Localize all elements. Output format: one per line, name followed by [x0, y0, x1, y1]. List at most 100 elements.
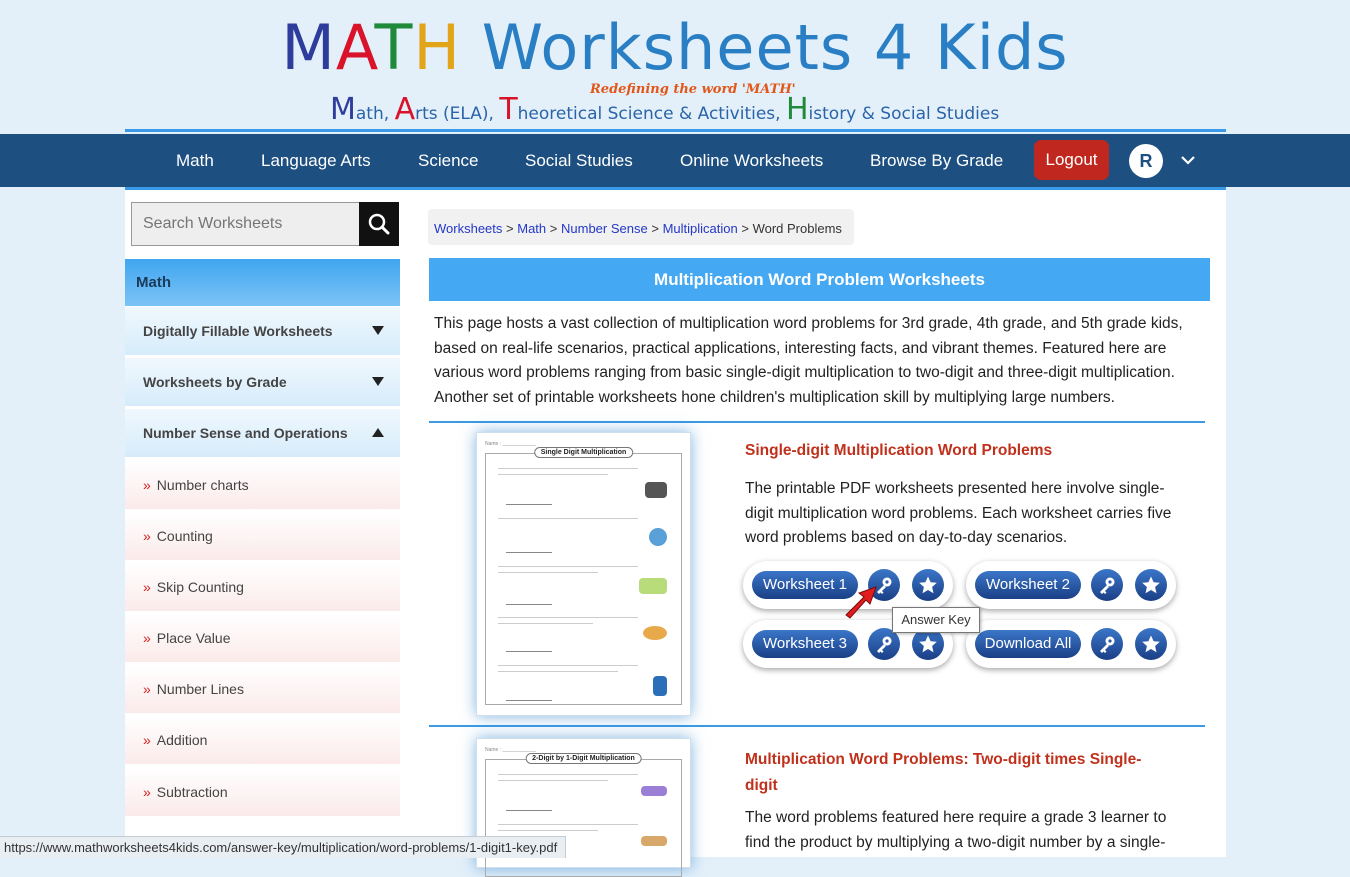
answer-key-button[interactable]: [1091, 628, 1123, 660]
tooltip: Answer Key: [892, 607, 980, 633]
breadcrumb-worksheets[interactable]: Worksheets: [434, 221, 502, 236]
star-icon: [1142, 576, 1160, 594]
answer-key-button[interactable]: [1091, 569, 1123, 601]
thumb-picture: [653, 676, 667, 696]
thumb-question-line: [498, 468, 638, 469]
breadcrumb-number-sense[interactable]: Number Sense: [561, 221, 648, 236]
sidebar-cat-label: Worksheets by Grade: [143, 374, 287, 390]
sidebar-item-place-value[interactable]: » Place Value: [125, 614, 400, 662]
thumb-picture: [641, 836, 667, 846]
caret-down-icon: [372, 377, 384, 386]
subtitle-h-rest: istory & Social Studies: [808, 104, 1000, 124]
sidebar-item-label: Counting: [156, 528, 213, 544]
thumb-name-line: Name : ____________: [485, 441, 536, 447]
sidebar-cat-digitally-fillable[interactable]: Digitally Fillable Worksheets: [125, 307, 400, 355]
favorite-button[interactable]: [1135, 569, 1167, 601]
subtitle-h: H: [785, 92, 809, 127]
sidebar-item-addition[interactable]: » Addition: [125, 716, 400, 764]
raquo-icon: »: [143, 528, 151, 544]
logo-letter-m: M: [281, 11, 336, 84]
section-divider: [429, 725, 1205, 727]
pointer-arrow-icon: [845, 586, 877, 619]
nav-language-arts[interactable]: Language Arts: [261, 134, 371, 187]
worksheet-2-group: Worksheet 2: [966, 561, 1176, 609]
site-logo[interactable]: MATH Worksheets 4 Kids: [0, 8, 1350, 88]
thumb-question-line: [498, 518, 638, 519]
chevron-down-icon[interactable]: [1180, 152, 1196, 168]
nav-browse-by-grade[interactable]: Browse By Grade: [870, 134, 1003, 187]
key-icon: [1100, 577, 1115, 594]
raquo-icon: »: [143, 477, 151, 493]
sidebar-item-number-lines[interactable]: » Number Lines: [125, 665, 400, 713]
subtitle-m-rest: ath,: [355, 104, 390, 124]
thumb-picture: [645, 482, 667, 498]
thumb-answer-line: [506, 700, 552, 701]
logout-button[interactable]: Logout: [1034, 140, 1109, 180]
page-title: Multiplication Word Problem Worksheets: [429, 258, 1210, 301]
site-header: MATH Worksheets 4 Kids Redefining the wo…: [0, 0, 1350, 133]
thumb-question-line: [498, 824, 638, 825]
raquo-icon: »: [143, 630, 151, 646]
thumb-answer-line: [506, 651, 552, 652]
worksheet-thumbnail[interactable]: Name : ____________ Single Digit Multipl…: [476, 432, 691, 716]
thumb-title: 2-Digit by 1-Digit Multiplication: [525, 753, 642, 764]
avatar[interactable]: R: [1129, 144, 1163, 178]
sidebar-header-math[interactable]: Math: [125, 259, 400, 306]
breadcrumb-sep: >: [506, 221, 514, 236]
key-icon: [1100, 636, 1115, 653]
subtitle-a: A: [394, 92, 416, 127]
thumb-picture: [639, 578, 667, 594]
section-title[interactable]: Multiplication Word Problems: Two-digit …: [745, 747, 1165, 799]
raquo-icon: »: [143, 732, 151, 748]
nav-math[interactable]: Math: [176, 134, 214, 187]
download-all-button[interactable]: Download All: [975, 630, 1081, 658]
logo-word-worksheets: Worksheets 4 Kids: [481, 11, 1069, 84]
thumb-answer-line: [506, 504, 552, 505]
section-divider: [429, 421, 1205, 423]
logo-subtitle: Math, Arts (ELA), Theoretical Science & …: [330, 92, 999, 127]
sidebar-cat-number-sense[interactable]: Number Sense and Operations: [125, 409, 400, 457]
sidebar-cat-label: Number Sense and Operations: [143, 425, 348, 441]
thumb-question-line: [498, 780, 608, 781]
sidebar-item-label: Skip Counting: [156, 579, 244, 595]
star-icon: [919, 576, 937, 594]
breadcrumb-current: Word Problems: [752, 221, 842, 236]
sidebar-item-skip-counting[interactable]: » Skip Counting: [125, 563, 400, 611]
subtitle-t: T: [499, 92, 518, 127]
download-all-group: Download All: [966, 620, 1176, 668]
nav-social-studies[interactable]: Social Studies: [525, 134, 633, 187]
favorite-button[interactable]: [912, 569, 944, 601]
favorite-button[interactable]: [1135, 628, 1167, 660]
thumb-question-line: [498, 566, 638, 567]
thumb-question-line: [498, 572, 598, 573]
star-icon: [919, 635, 937, 653]
thumb-question-line: [498, 665, 638, 666]
breadcrumb-sep: >: [651, 221, 659, 236]
search-input[interactable]: [132, 203, 359, 245]
thumb-question-line: [498, 671, 618, 672]
breadcrumb-sep: >: [549, 221, 558, 236]
section-text: The word problems featured here require …: [745, 809, 1167, 851]
search-button[interactable]: [359, 202, 399, 246]
sidebar-item-label: Place Value: [156, 630, 231, 646]
nav-online-worksheets[interactable]: Online Worksheets: [680, 134, 823, 187]
sidebar-item-subtraction[interactable]: » Subtraction: [125, 768, 400, 816]
worksheet-2-button[interactable]: Worksheet 2: [975, 571, 1081, 599]
breadcrumb-math[interactable]: Math: [517, 221, 546, 236]
search-icon: [368, 213, 390, 235]
header-divider: [125, 129, 1226, 132]
section-title[interactable]: Single-digit Multiplication Word Problem…: [745, 442, 1052, 460]
sidebar-item-number-charts[interactable]: » Number charts: [125, 461, 400, 509]
nav-science[interactable]: Science: [418, 134, 478, 187]
sidebar-item-counting[interactable]: » Counting: [125, 512, 400, 560]
star-icon: [1142, 635, 1160, 653]
sidebar-cat-by-grade[interactable]: Worksheets by Grade: [125, 358, 400, 406]
breadcrumb-multiplication[interactable]: Multiplication: [663, 221, 738, 236]
caret-up-icon: [372, 428, 384, 437]
logo-letter-h: H: [413, 11, 461, 84]
key-icon: [877, 636, 892, 653]
thumb-picture: [649, 528, 667, 546]
subtitle-m: M: [330, 92, 356, 127]
main-nav: Math Language Arts Science Social Studie…: [0, 134, 1350, 187]
worksheet-3-button[interactable]: Worksheet 3: [752, 630, 858, 658]
